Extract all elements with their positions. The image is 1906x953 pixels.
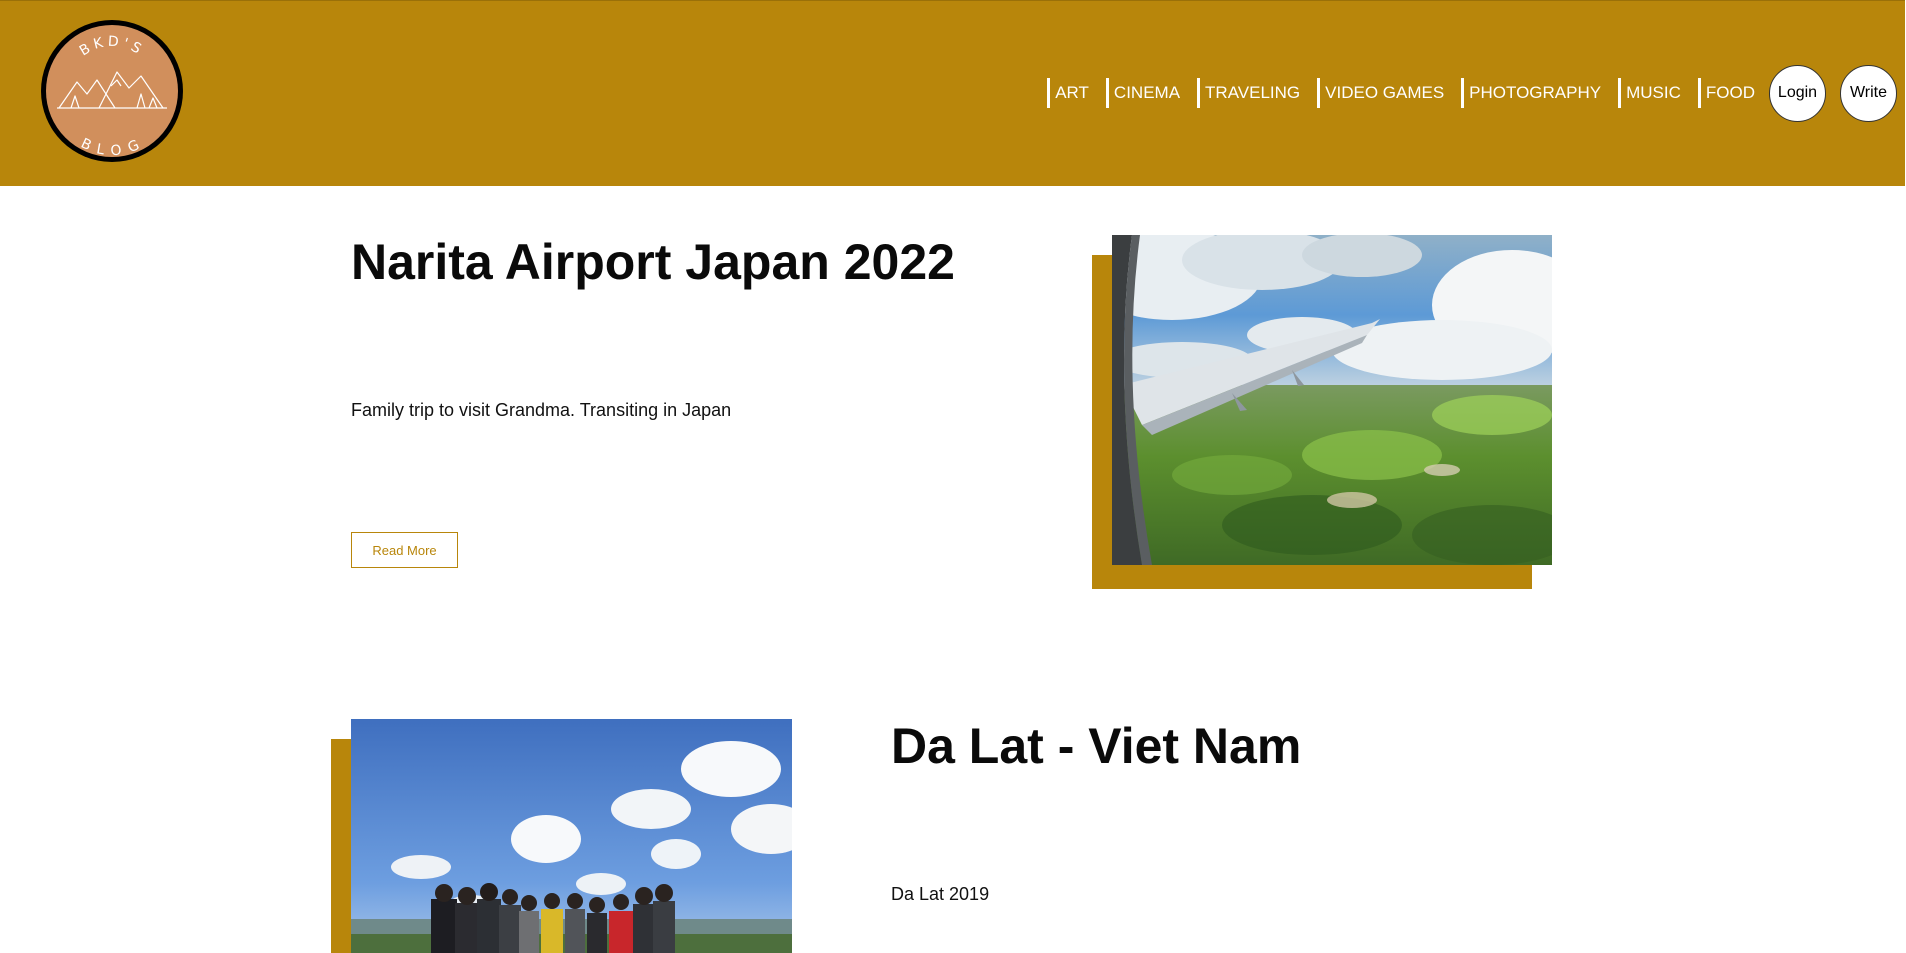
site-header: BKD'S BLOG ART CINEMA TRAVELING VIDEO GA… — [0, 0, 1905, 186]
post-description: Family trip to visit Grandma. Transiting… — [351, 400, 732, 420]
post-image-group-photo[interactable] — [351, 719, 792, 953]
post-title[interactable]: Da Lat - Viet Nam — [891, 717, 1301, 775]
login-button[interactable]: Login — [1769, 64, 1826, 122]
nav-item-traveling[interactable]: TRAVELING — [1197, 78, 1314, 108]
write-button[interactable]: Write — [1840, 64, 1897, 122]
nav-item-cinema[interactable]: CINEMA — [1105, 78, 1194, 108]
post-title[interactable]: Narita Airport Japan 2022 — [351, 233, 955, 291]
post-image-airplane-window[interactable] — [1112, 235, 1552, 565]
main-nav: ART CINEMA TRAVELING VIDEO GAMES PHOTOGR… — [1044, 63, 1905, 123]
nav-item-food[interactable]: FOOD — [1697, 78, 1769, 108]
nav-item-video-games[interactable]: VIDEO GAMES — [1317, 78, 1458, 108]
mountains-and-pines-icon: BKD'S BLOG — [41, 20, 183, 162]
read-more-button[interactable]: Read More — [351, 532, 458, 568]
nav-item-photography[interactable]: PHOTOGRAPHY — [1461, 78, 1615, 108]
post-description: Da Lat 2019 — [891, 884, 990, 904]
nav-item-art[interactable]: ART — [1047, 78, 1103, 108]
nav-item-music[interactable]: MUSIC — [1618, 78, 1695, 108]
blog-logo[interactable]: BKD'S BLOG — [37, 16, 187, 166]
